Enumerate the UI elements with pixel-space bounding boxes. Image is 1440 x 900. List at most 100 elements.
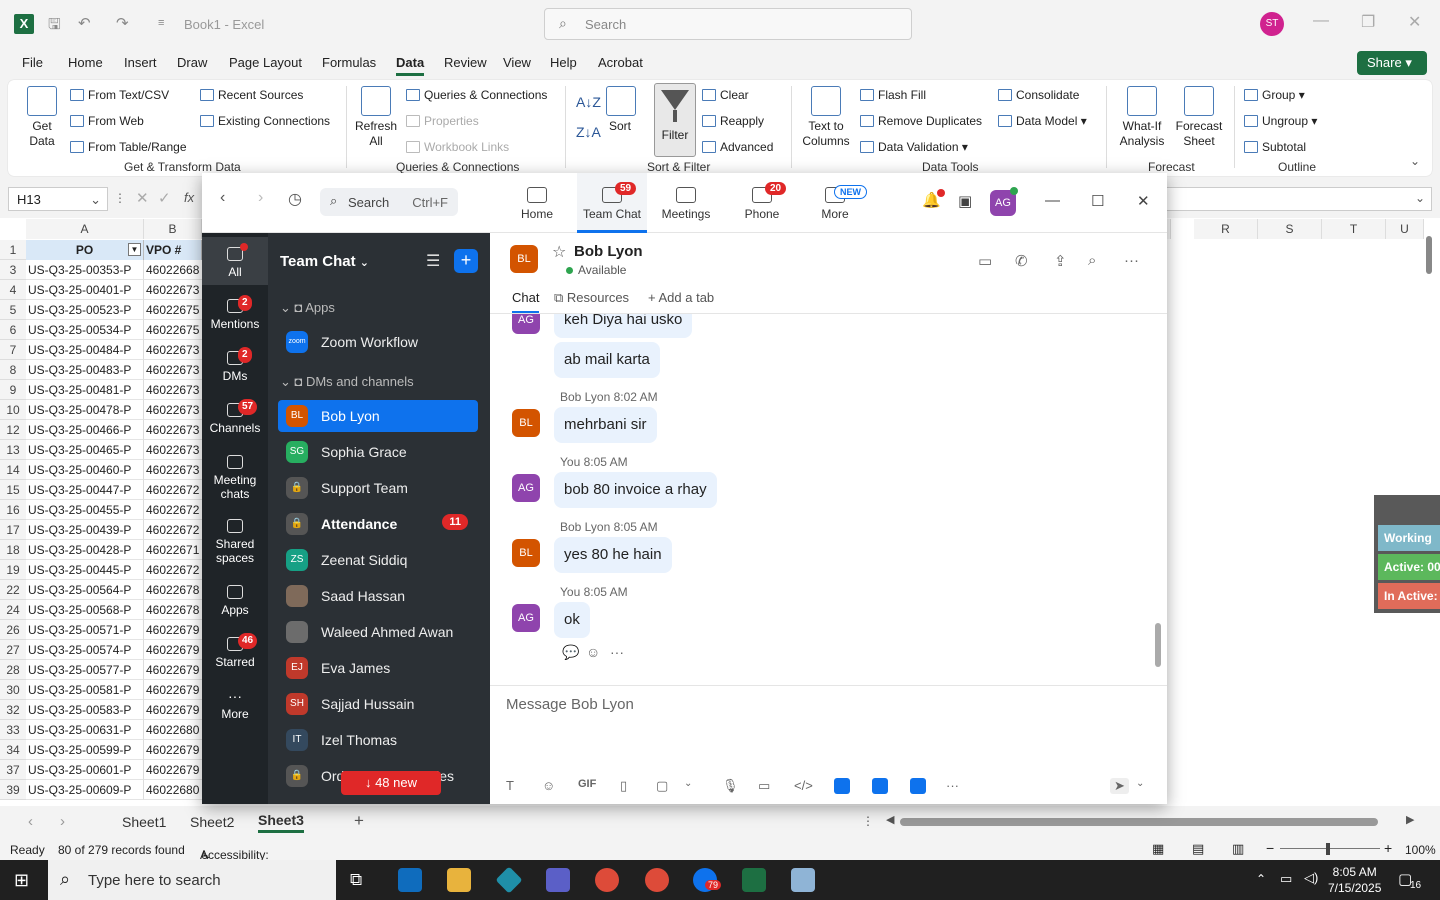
zoom-out-icon[interactable]: − (1266, 840, 1274, 856)
channel-item[interactable]: SH Sajjad Hussain (278, 688, 478, 720)
more-icon[interactable]: ⋮ (862, 814, 874, 828)
header-cell-vpo[interactable]: VPO # (144, 240, 202, 260)
row-header[interactable]: 27 (0, 640, 26, 660)
outlook-icon[interactable] (398, 868, 422, 892)
add-sheet-icon[interactable]: + (354, 811, 364, 831)
cell-po[interactable]: US-Q3-25-00583-P (26, 700, 144, 720)
cell-vpo[interactable]: 46022679 (144, 640, 202, 660)
forecast-sheet-button[interactable]: Forecast Sheet (1174, 86, 1224, 149)
file-explorer-icon[interactable] (447, 868, 471, 892)
rail-all[interactable]: All (202, 237, 268, 285)
cell-vpo[interactable]: 46022673 (144, 340, 202, 360)
menu-review[interactable]: Review (444, 55, 487, 70)
scroll-thumb[interactable] (1426, 236, 1432, 274)
tab-resources[interactable]: ⧉ Resources (554, 290, 629, 306)
menu-acrobat[interactable]: Acrobat (598, 55, 643, 70)
cell-po[interactable]: US-Q3-25-00455-P (26, 500, 144, 520)
cell-po[interactable]: US-Q3-25-00481-P (26, 380, 144, 400)
row-header[interactable]: 16 (0, 500, 26, 520)
cell-po[interactable]: US-Q3-25-00631-P (26, 720, 144, 740)
column-header-u[interactable]: U (1386, 219, 1424, 239)
next-sheet-icon[interactable]: › (60, 813, 65, 830)
cell-po[interactable]: US-Q3-25-00439-P (26, 520, 144, 540)
cell-po[interactable]: US-Q3-25-00599-P (26, 740, 144, 760)
minimize-icon[interactable]: — (1313, 12, 1329, 30)
cell-po[interactable]: US-Q3-25-00577-P (26, 660, 144, 680)
cell-po[interactable]: US-Q3-25-00484-P (26, 340, 144, 360)
rail-meeting-chats[interactable]: Meeting chats (202, 455, 268, 501)
volume-icon[interactable]: ◁) (1304, 870, 1318, 886)
horizontal-scrollbar[interactable] (900, 818, 1378, 826)
teams-icon[interactable] (546, 868, 570, 892)
cell-po[interactable]: US-Q3-25-00478-P (26, 400, 144, 420)
data-model-button[interactable]: Data Model ▾ (998, 114, 1087, 128)
rail-apps[interactable]: Apps (202, 585, 268, 617)
row-header[interactable]: 33 (0, 720, 26, 740)
text-to-columns-button[interactable]: Text to Columns (800, 86, 852, 149)
task-view-icon[interactable]: ⧉ (350, 870, 362, 890)
from-table-range-button[interactable]: From Table/Range (70, 140, 187, 154)
row-header[interactable]: 5 (0, 300, 26, 320)
cell-po[interactable]: US-Q3-25-00447-P (26, 480, 144, 500)
cell-po[interactable]: US-Q3-25-00581-P (26, 680, 144, 700)
cell-po[interactable]: US-Q3-25-00445-P (26, 560, 144, 580)
windows-start-icon[interactable]: ⊞ (14, 870, 29, 891)
cell-vpo[interactable]: 46022668 (144, 260, 202, 280)
row-header[interactable]: 34 (0, 740, 26, 760)
menu-insert[interactable]: Insert (124, 55, 157, 70)
menu-draw[interactable]: Draw (177, 55, 207, 70)
subtotal-button[interactable]: Subtotal (1244, 140, 1306, 154)
row-header[interactable]: 6 (0, 320, 26, 340)
share-screen-icon[interactable]: ⇪ (1054, 252, 1067, 270)
contact-avatar[interactable]: BL (510, 245, 538, 273)
zoom-app-icon[interactable]: 79 (693, 868, 722, 892)
history-icon[interactable]: ◷ (288, 189, 302, 209)
forward-icon[interactable]: › (258, 189, 263, 207)
row-header[interactable]: 18 (0, 540, 26, 560)
more-actions-icon[interactable]: ··· (610, 644, 624, 660)
formula-input[interactable]: ⌄ (1166, 187, 1432, 211)
sheet-tab-3[interactable]: Sheet3 (258, 812, 304, 833)
row-header[interactable]: 32 (0, 700, 26, 720)
maximize-icon[interactable]: ☐ (1091, 192, 1104, 210)
cell-vpo[interactable]: 46022679 (144, 680, 202, 700)
row-header[interactable]: 17 (0, 520, 26, 540)
normal-view-icon[interactable]: ▦ (1152, 841, 1164, 857)
reply-icon[interactable]: 💬 (562, 644, 579, 661)
flash-fill-button[interactable]: Flash Fill (860, 88, 926, 102)
ribbon-collapse-icon[interactable]: ⌄ (1410, 154, 1420, 168)
reapply-button[interactable]: Reapply (702, 114, 764, 128)
restore-icon[interactable]: ❐ (1361, 12, 1375, 32)
file-icon[interactable]: ▯ (620, 778, 627, 794)
row-header[interactable]: 26 (0, 620, 26, 640)
new-chat-button[interactable]: + (454, 249, 478, 273)
star-icon[interactable]: ☆ (552, 242, 566, 262)
notepad-icon[interactable] (791, 868, 815, 892)
row-header[interactable]: 8 (0, 360, 26, 380)
filter-dropdown-icon[interactable]: ▼ (128, 243, 141, 256)
row-header[interactable]: 14 (0, 460, 26, 480)
app-diamond-icon[interactable] (495, 866, 523, 894)
new-messages-button[interactable]: ↓ 48 new (341, 771, 441, 795)
column-header-r[interactable]: R (1194, 219, 1258, 239)
zoom-slider[interactable] (1280, 848, 1380, 849)
cancel-formula-icon[interactable]: ✕ (136, 189, 149, 207)
row-header[interactable]: 22 (0, 580, 26, 600)
cell-po[interactable]: US-Q3-25-00428-P (26, 540, 144, 560)
network-icon[interactable]: ▭ (1280, 871, 1292, 887)
clear-filter-button[interactable]: Clear (702, 88, 749, 102)
cell-vpo[interactable]: 46022680 (144, 720, 202, 740)
row-header[interactable]: 3 (0, 260, 26, 280)
zoom-level[interactable]: 100% (1405, 843, 1436, 857)
gif-icon[interactable]: GIF (578, 778, 596, 790)
message-bubble[interactable]: ab mail karta (554, 342, 660, 378)
cell-po[interactable]: US-Q3-25-00609-P (26, 780, 144, 800)
channel-item[interactable]: Saad Hassan (278, 580, 478, 612)
message-bubble[interactable]: yes 80 he hain (554, 537, 672, 573)
minimize-icon[interactable]: — (1045, 192, 1060, 209)
chevron-down-icon[interactable]: ⌄ (684, 778, 692, 789)
cell-vpo[interactable]: 46022672 (144, 480, 202, 500)
section-dms[interactable]: ⌄ ◘ DMs and channels (280, 374, 414, 390)
app-icon-2[interactable] (872, 778, 888, 794)
cell-po[interactable]: US-Q3-25-00571-P (26, 620, 144, 640)
